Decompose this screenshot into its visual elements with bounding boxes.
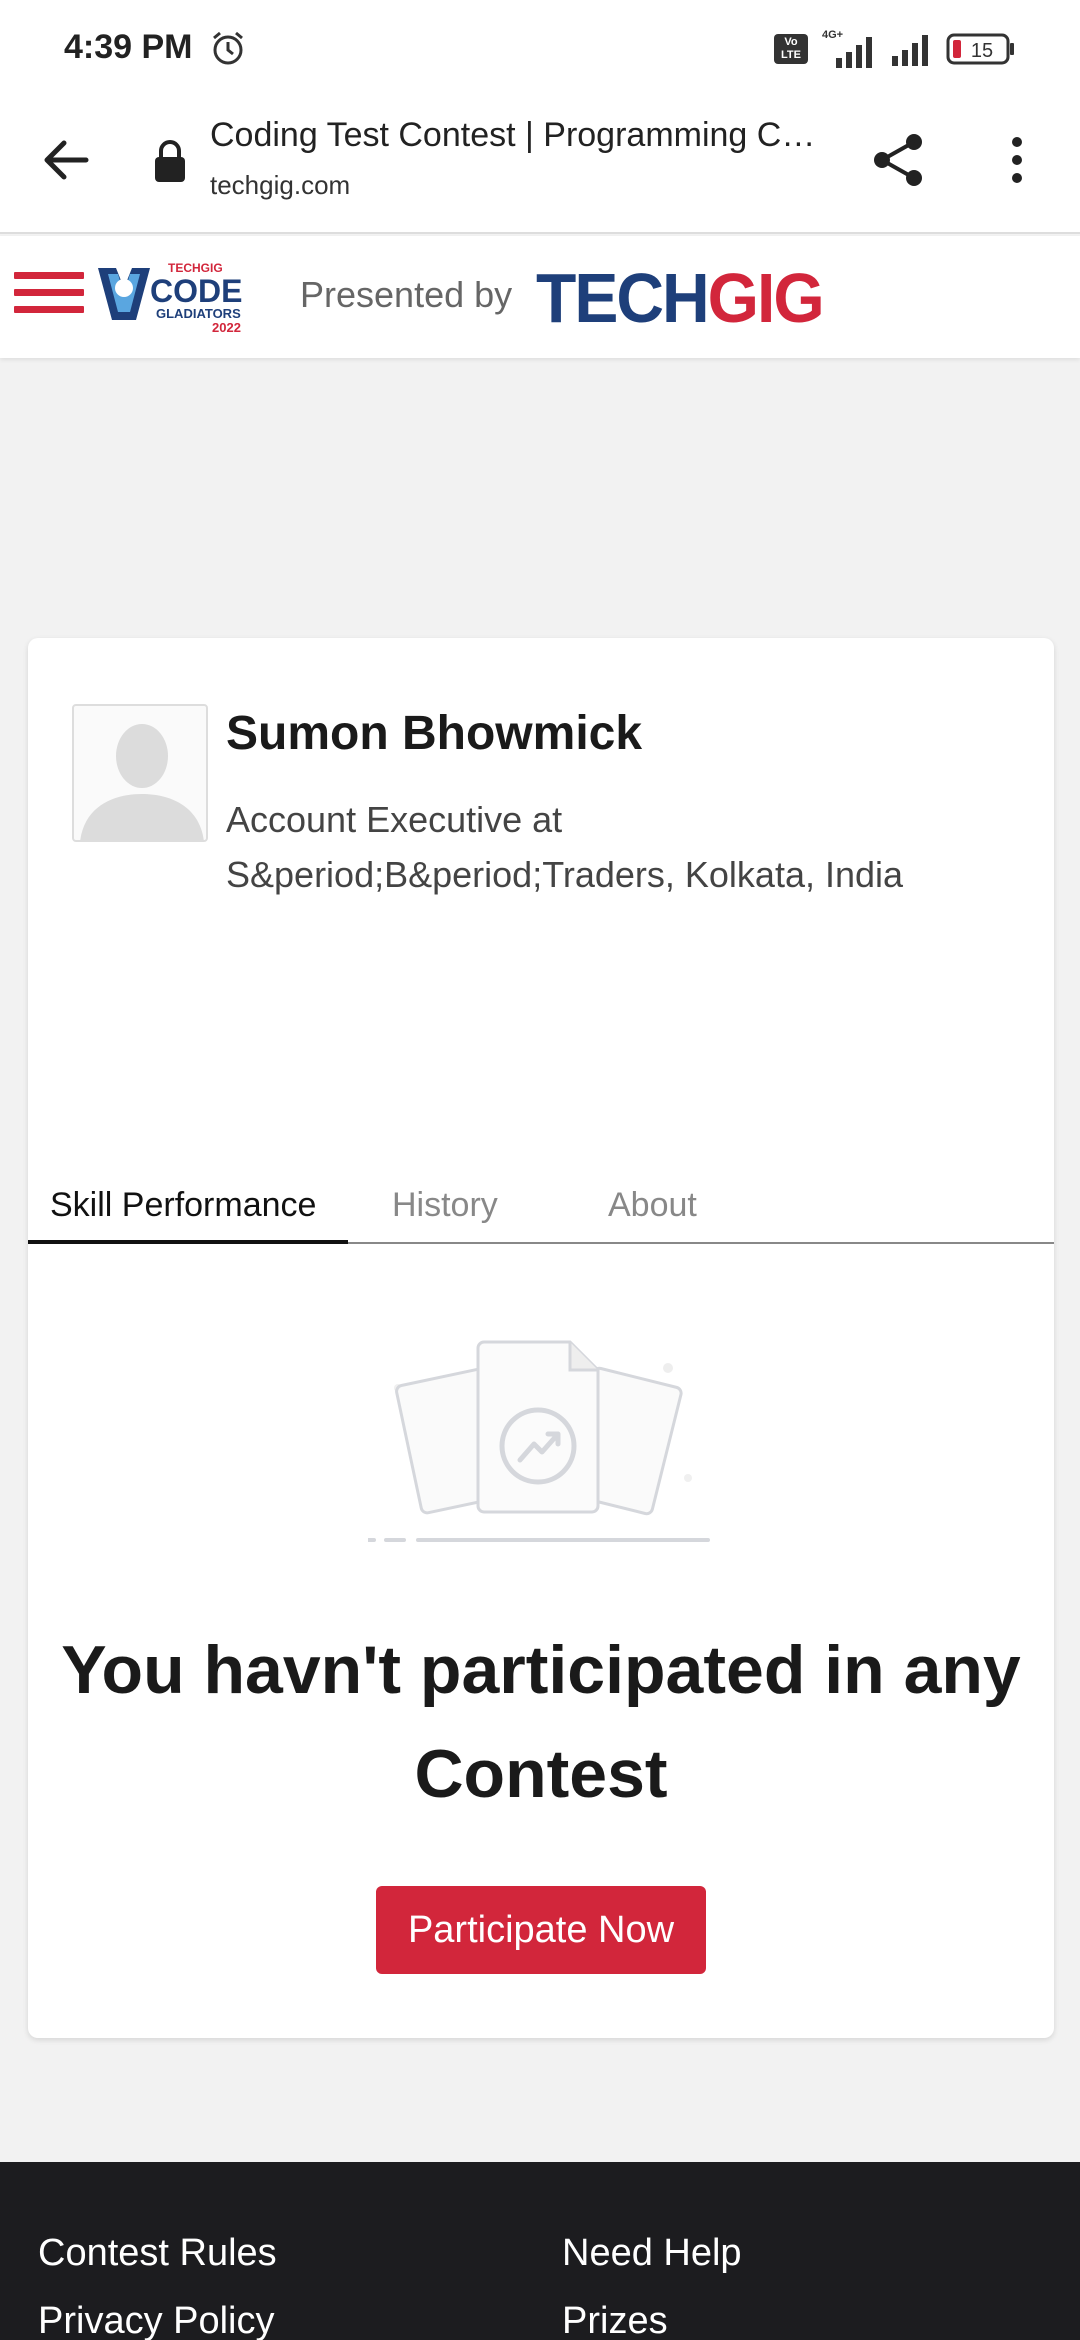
avatar xyxy=(72,704,208,842)
lock-icon xyxy=(155,140,185,182)
page-title[interactable]: Coding Test Contest | Programming Contes… xyxy=(210,116,830,155)
participate-now-button[interactable]: Participate Now xyxy=(376,1886,706,1974)
user-role-line1: Account Executive at xyxy=(226,799,563,840)
svg-text:4G+: 4G+ xyxy=(822,29,843,41)
user-role-line2: S&period;B&period;Traders, Kolkata, Indi… xyxy=(226,854,904,895)
battery-level: 15 xyxy=(971,40,993,62)
brand-gig: GIG xyxy=(707,259,825,337)
site-header: TECHGIG CODE GLADIATORS 2022 Presented b… xyxy=(0,236,1080,358)
status-bar: 4:39 PM Vo LTE 4G+ 15 xyxy=(0,0,1080,96)
logo-year-text: 2022 xyxy=(212,320,241,335)
footer-link-privacy-policy[interactable]: Privacy Policy xyxy=(38,2300,275,2340)
profile-card: Sumon Bhowmick Account Executive at S&pe… xyxy=(28,638,1054,2038)
techgig-logo[interactable]: TECHGIG xyxy=(536,258,825,338)
signal-icon xyxy=(892,35,928,66)
user-role: Account Executive at S&period;B&period;T… xyxy=(226,792,1026,902)
tab-about[interactable]: About xyxy=(608,1186,697,1225)
browser-toolbar: Coding Test Contest | Programming Contes… xyxy=(0,96,1080,234)
user-silhouette-icon xyxy=(80,724,204,840)
tab-history[interactable]: History xyxy=(392,1186,498,1225)
logo-main-text: CODE xyxy=(150,273,242,309)
signal-icon: 4G+ xyxy=(822,29,872,68)
user-name: Sumon Bhowmick xyxy=(226,707,643,760)
tab-skill-performance[interactable]: Skill Performance xyxy=(50,1186,316,1225)
profile-tabs: Skill Performance History About xyxy=(28,1168,1054,1244)
hamburger-menu-icon[interactable] xyxy=(14,272,84,322)
page-url[interactable]: techgig.com xyxy=(210,170,350,201)
empty-state-line1: You havn't participated in any xyxy=(61,1632,1021,1708)
presented-by-label: Presented by xyxy=(300,274,513,315)
logo-sub-text: GLADIATORS xyxy=(156,306,241,321)
back-arrow-icon[interactable] xyxy=(36,130,96,190)
footer-link-prizes[interactable]: Prizes xyxy=(562,2300,668,2340)
trending-document-icon xyxy=(368,1340,710,1542)
status-time: 4:39 PM xyxy=(64,28,193,66)
code-gladiators-logo[interactable]: TECHGIG CODE GLADIATORS 2022 xyxy=(90,258,260,340)
footer: Contest Rules Need Help Privacy Policy P… xyxy=(0,2162,1080,2340)
footer-link-contest-rules[interactable]: Contest Rules xyxy=(38,2232,277,2275)
share-icon[interactable] xyxy=(868,130,928,190)
brand-tech: TECH xyxy=(536,259,710,337)
more-vertical-icon[interactable] xyxy=(1000,130,1034,190)
footer-link-need-help[interactable]: Need Help xyxy=(562,2232,742,2275)
empty-state-message: You havn't participated in any Contest xyxy=(28,1618,1054,1826)
volte-icon: Vo LTE xyxy=(774,34,808,64)
battery-icon: 15 xyxy=(946,33,1014,65)
empty-state-line2: Contest xyxy=(414,1736,668,1812)
alarm-icon xyxy=(213,31,243,65)
active-tab-indicator xyxy=(28,1240,348,1244)
